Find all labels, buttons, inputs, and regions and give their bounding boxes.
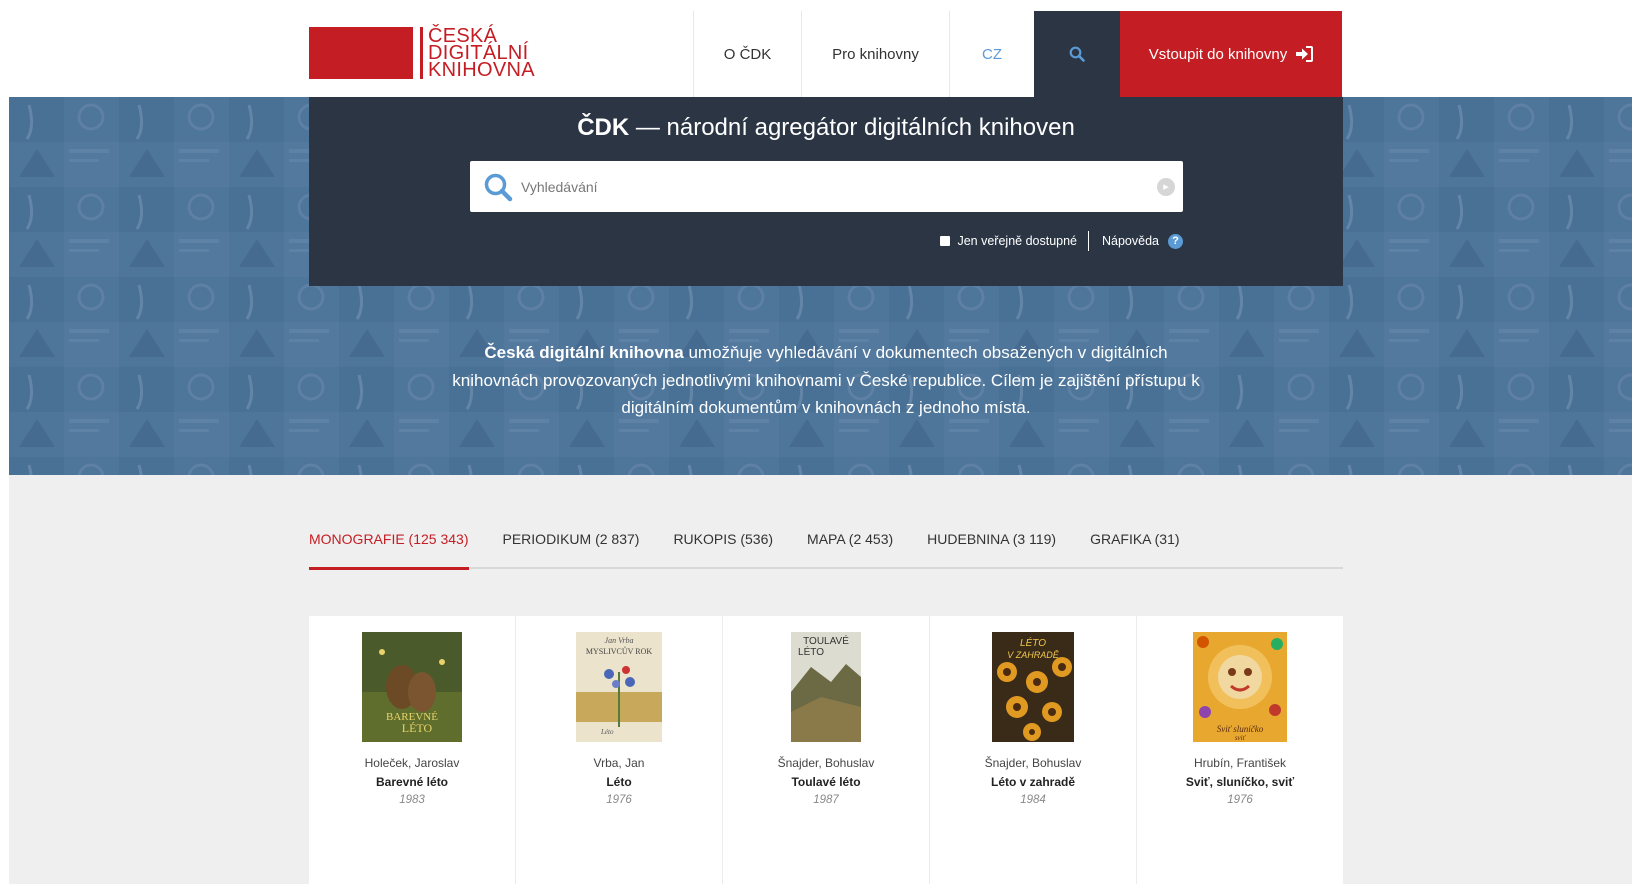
book-author: Vrba, Jan	[593, 756, 645, 770]
nav-for-libraries[interactable]: Pro knihovny	[801, 11, 949, 97]
search-options: Jen veřejně dostupné Nápověda ?	[940, 231, 1183, 251]
nav-about[interactable]: O ČDK	[693, 11, 801, 97]
main-nav: O ČDK Pro knihovny CZ Vstoupit do knihov…	[693, 11, 1342, 97]
book-year: 1976	[606, 794, 632, 806]
book-cover-image[interactable]: BAREVNÉ LÉTO	[362, 632, 462, 742]
left-edge	[0, 0, 9, 884]
book-cover-image[interactable]: Jan Vrba MYSLIVCŮV ROK Léto	[576, 632, 662, 742]
book-card[interactable]: TOULAVÉ LÉTO Šnajder, Bohuslav Toulavé l…	[723, 616, 930, 884]
hero-title-rest: — národní agregátor digitálních knihoven	[629, 114, 1075, 141]
book-title[interactable]: Toulavé léto	[723, 775, 929, 789]
hero-title: ČDK — národní agregátor digitálních knih…	[309, 114, 1343, 142]
cover-2-author: Jan Vrba	[605, 636, 634, 645]
page: ČESKÁ DIGITÁLNÍ KNIHOVNA O ČDK Pro kniho…	[0, 0, 1632, 884]
options-divider	[1088, 231, 1089, 251]
book-year: 1984	[1020, 794, 1046, 806]
book-cover-image[interactable]: Sviť sluníčko sviť	[1193, 632, 1287, 742]
search-icon	[484, 173, 513, 201]
cover-2-sub: Léto	[600, 728, 614, 736]
cover-3-title: TOULAVÉ	[803, 634, 849, 647]
document-type-tabs: MONOGRAFIE (125 343) PERIODIKUM (2 837) …	[309, 527, 1343, 570]
book-title[interactable]: Léto	[516, 775, 722, 789]
book-year: 1987	[813, 794, 839, 806]
book-author: Hrubín, František	[1193, 756, 1287, 770]
book-year: 1983	[399, 794, 425, 806]
logo-red-block	[309, 27, 413, 79]
book-cards: BAREVNÉ LÉTO Holeček, Jaroslav Barevné l…	[309, 616, 1343, 884]
cover-1-text-2: LÉTO	[402, 721, 433, 735]
cover-4-title-2: V ZAHRADĚ	[1007, 650, 1060, 660]
logo[interactable]: ČESKÁ DIGITÁLNÍ KNIHOVNA	[309, 26, 535, 81]
public-only-label[interactable]: Jen veřejně dostupné	[957, 234, 1077, 248]
cover-2-title: MYSLIVCŮV ROK	[586, 646, 653, 656]
search-box: ▸	[470, 161, 1183, 212]
public-only-checkbox[interactable]	[940, 236, 951, 246]
book-card[interactable]: BAREVNÉ LÉTO Holeček, Jaroslav Barevné l…	[309, 616, 516, 884]
tab-periodikum[interactable]: PERIODIKUM (2 837)	[503, 527, 640, 569]
tab-hudebnina[interactable]: HUDEBNINA (3 119)	[927, 527, 1056, 569]
cover-5-title: Sviť sluníčko	[1217, 724, 1264, 734]
help-icon[interactable]: ?	[1168, 233, 1183, 249]
book-card[interactable]: Jan Vrba MYSLIVCŮV ROK Léto Vrba, Jan Lé…	[516, 616, 723, 884]
hero-banner: ČDK — národní agregátor digitálních knih…	[9, 97, 1632, 475]
nav-search-button[interactable]	[1034, 11, 1120, 97]
logo-bar	[420, 27, 423, 79]
hero-description: Česká digitální knihovna umožňuje vyhled…	[446, 339, 1206, 422]
book-author: Holeček, Jaroslav	[364, 756, 460, 770]
book-title[interactable]: Sviť, sluníčko, sviť	[1137, 775, 1343, 789]
search-panel: ČDK — národní agregátor digitálních knih…	[309, 97, 1343, 286]
book-author: Šnajder, Bohuslav	[777, 756, 875, 770]
sign-in-icon	[1296, 46, 1314, 62]
logo-line-3: KNIHOVNA	[428, 58, 535, 81]
hero-title-bold: ČDK	[577, 114, 630, 141]
book-cover-image[interactable]: TOULAVÉ LÉTO	[791, 632, 861, 742]
search-input[interactable]	[521, 178, 1141, 195]
header: ČESKÁ DIGITÁLNÍ KNIHOVNA O ČDK Pro kniho…	[9, 0, 1632, 97]
book-title[interactable]: Barevné léto	[309, 775, 515, 789]
nav-language-switch[interactable]: CZ	[949, 11, 1034, 97]
book-title[interactable]: Léto v zahradě	[930, 775, 1136, 789]
login-button[interactable]: Vstoupit do knihovny	[1120, 11, 1342, 97]
cover-5-title-2: sviť	[1235, 734, 1247, 742]
book-card[interactable]: Sviť sluníčko sviť Hrubín, František Svi…	[1137, 616, 1343, 884]
content-area: MONOGRAFIE (125 343) PERIODIKUM (2 837) …	[9, 475, 1632, 884]
search-icon	[1069, 46, 1085, 62]
book-cover-image[interactable]: LÉTO V ZAHRADĚ	[992, 632, 1074, 742]
logo-text: ČESKÁ DIGITÁLNÍ KNIHOVNA	[428, 26, 535, 81]
help-link[interactable]: Nápověda	[1102, 234, 1159, 248]
tab-rukopis[interactable]: RUKOPIS (536)	[673, 527, 773, 569]
hero-desc-bold: Česká digitální knihovna	[484, 343, 684, 362]
book-year: 1976	[1227, 794, 1253, 806]
tab-mapa[interactable]: MAPA (2 453)	[807, 527, 893, 569]
search-submit-arrow-icon[interactable]: ▸	[1157, 178, 1175, 196]
book-author: Šnajder, Bohuslav	[984, 756, 1082, 770]
tab-monografie[interactable]: MONOGRAFIE (125 343)	[309, 527, 469, 570]
login-label: Vstoupit do knihovny	[1148, 45, 1288, 63]
cover-3-title-2: LÉTO	[798, 645, 824, 658]
book-card[interactable]: LÉTO V ZAHRADĚ Šnajder, Bohuslav Léto v …	[930, 616, 1137, 884]
tab-grafika[interactable]: GRAFIKA (31)	[1090, 527, 1179, 569]
cover-4-title: LÉTO	[1020, 636, 1046, 649]
